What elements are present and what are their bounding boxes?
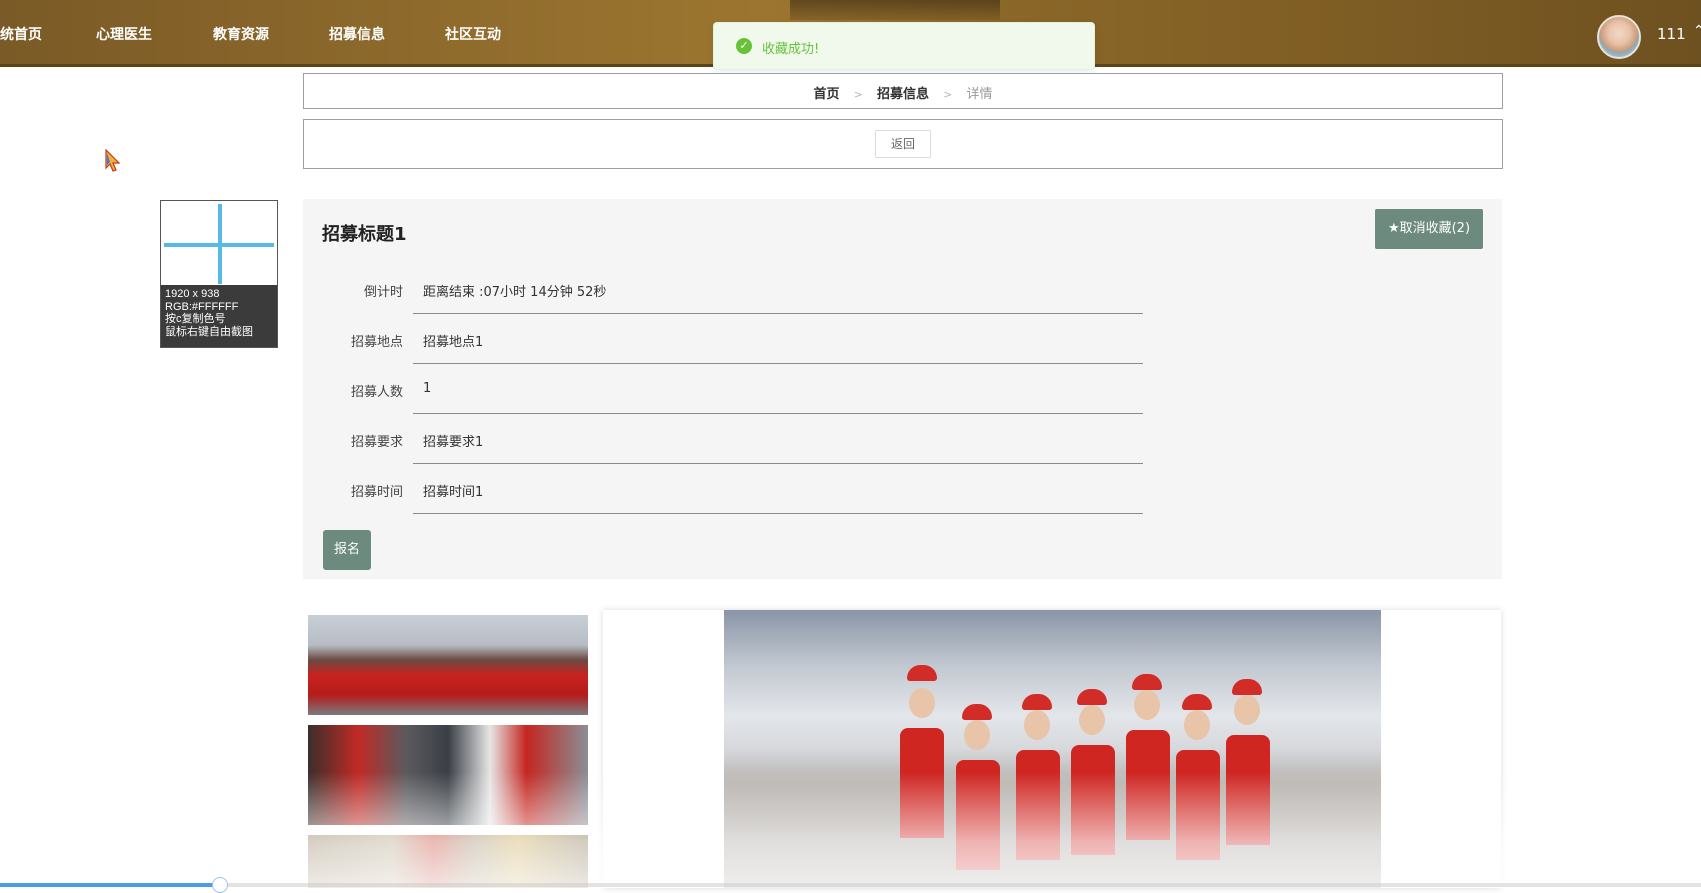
detail-row-time: 招募时间 招募时间1 [303, 465, 1143, 515]
photo-detail [1184, 710, 1210, 740]
return-button[interactable]: 返回 [875, 130, 931, 158]
row-label: 招募人数 [350, 385, 403, 400]
row-label: 招募时间 [350, 485, 403, 500]
breadcrumb-separator: > [853, 88, 863, 101]
recruitment-title: 招募标题1 [322, 224, 407, 245]
chevron-down-icon[interactable]: ⌃ [1693, 23, 1701, 39]
detail-row-location: 招募地点 招募地点1 [303, 315, 1143, 365]
breadcrumb-separator: > [943, 88, 953, 101]
signup-button[interactable]: 报名 [323, 530, 371, 570]
breadcrumb: 首页 > 招募信息 > 详情 [303, 73, 1503, 109]
crosshair-vertical [218, 204, 222, 284]
picker-hint-copy: 按c复制色号 [165, 313, 226, 326]
nav-background-image [790, 0, 1000, 20]
user-avatar[interactable] [1597, 15, 1641, 59]
unfavorite-button[interactable]: ★取消收藏(2) [1375, 209, 1483, 249]
nav-item-home[interactable]: 统首页 [0, 24, 42, 44]
row-divider [413, 513, 1143, 514]
photo-detail [962, 704, 992, 720]
video-progress-fill [0, 883, 221, 887]
mouse-cursor-icon [105, 149, 121, 172]
row-value: 1 [423, 381, 432, 396]
photo-detail [1134, 690, 1160, 720]
photo-detail [1024, 710, 1050, 740]
picker-magnifier [162, 202, 276, 285]
photo-detail [907, 665, 937, 681]
photo-detail [1077, 689, 1107, 705]
detail-row-requirements: 招募要求 招募要求1 [303, 415, 1143, 465]
picker-info: 1920 x 938 RGB:#FFFFFF 按c复制色号 鼠标右键自由截图 [161, 285, 277, 347]
row-value: 距离结束 :07小时 14分钟 52秒 [423, 285, 607, 300]
nav-item-education[interactable]: 教育资源 [213, 24, 269, 44]
nav-item-recruitment[interactable]: 招募信息 [329, 24, 385, 44]
success-toast: ✓ 收藏成功! [713, 22, 1095, 70]
breadcrumb-section[interactable]: 招募信息 [877, 87, 929, 102]
row-divider [413, 313, 1143, 314]
check-circle-icon: ✓ [736, 38, 752, 54]
photo-detail [1182, 694, 1212, 710]
picker-size: 1920 x 938 [165, 288, 220, 300]
row-value: 招募要求1 [423, 435, 484, 450]
picker-hint-screenshot: 鼠标右键自由截图 [165, 325, 253, 338]
breadcrumb-current: 详情 [966, 87, 993, 102]
photo-detail [1079, 705, 1105, 735]
nav-item-community[interactable]: 社区互动 [445, 24, 501, 44]
row-divider [413, 363, 1143, 364]
photo-detail [1232, 679, 1262, 695]
photo-detail [1022, 694, 1052, 710]
photo-detail [909, 688, 935, 718]
row-divider [413, 413, 1143, 414]
row-value: 招募地点1 [423, 335, 484, 350]
video-progress-handle[interactable] [212, 877, 228, 893]
recruitment-detail-panel: 招募标题1 ★取消收藏(2) 倒计时 距离结束 :07小时 14分钟 52秒 招… [303, 199, 1502, 579]
photo-detail [1132, 674, 1162, 690]
color-picker-overlay: 1920 x 938 RGB:#FFFFFF 按c复制色号 鼠标右键自由截图 [160, 200, 278, 348]
video-overlay-fade [0, 772, 1701, 888]
photo-detail [1234, 695, 1260, 725]
photo-detail [964, 720, 990, 750]
row-divider [413, 463, 1143, 464]
toast-message: 收藏成功! [762, 42, 820, 57]
row-label: 倒计时 [363, 285, 403, 300]
detail-row-count: 招募人数 1 [303, 365, 1143, 415]
gallery-thumbnail[interactable] [308, 615, 588, 715]
return-bar: 返回 [303, 119, 1503, 169]
breadcrumb-home[interactable]: 首页 [813, 87, 839, 102]
username-label[interactable]: 111 [1657, 25, 1686, 43]
video-progress-track[interactable] [0, 883, 1701, 887]
nav-item-doctors[interactable]: 心理医生 [96, 24, 152, 44]
row-label: 招募要求 [350, 435, 403, 450]
detail-row-countdown: 倒计时 距离结束 :07小时 14分钟 52秒 [303, 265, 1143, 315]
row-label: 招募地点 [350, 335, 403, 350]
picker-rgb: RGB:#FFFFFF [165, 300, 239, 313]
row-value: 招募时间1 [423, 485, 484, 500]
